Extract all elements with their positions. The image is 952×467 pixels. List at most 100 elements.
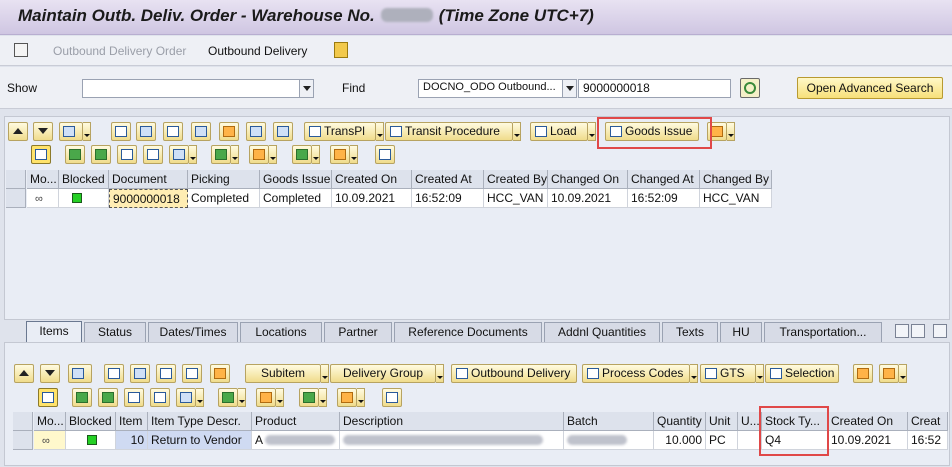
select-all-icon[interactable]	[6, 170, 26, 189]
tab-status[interactable]: Status	[84, 322, 146, 342]
items-tools-button[interactable]	[879, 364, 899, 383]
tab-scroll-left-icon[interactable]	[895, 324, 909, 338]
gts-button[interactable]: GTS	[700, 364, 756, 383]
refresh-button[interactable]	[246, 122, 266, 141]
find-next-button[interactable]	[143, 145, 163, 164]
load-button[interactable]: Load	[530, 122, 588, 141]
find-input[interactable]: 9000000018	[578, 79, 731, 98]
col-mode[interactable]: Mo...	[34, 412, 66, 431]
items-subtotal-dropdown[interactable]	[276, 388, 284, 407]
items-total-button[interactable]	[218, 388, 238, 407]
subitem-button[interactable]: Subitem	[245, 364, 321, 383]
selection-button[interactable]: Selection	[765, 364, 839, 383]
col-changed-at[interactable]: Changed At	[628, 170, 700, 189]
col-product[interactable]: Product	[252, 412, 340, 431]
items-filter-dropdown[interactable]	[196, 388, 204, 407]
col-blocked[interactable]: Blocked	[66, 412, 116, 431]
chevron-down-icon[interactable]	[562, 80, 576, 97]
document-cell[interactable]: 9000000018	[109, 189, 188, 208]
lock-button[interactable]	[219, 122, 239, 141]
col-picking[interactable]: Picking	[188, 170, 260, 189]
items-scroll-down-button[interactable]	[40, 364, 60, 383]
items-details-button[interactable]	[38, 388, 58, 407]
new-button[interactable]	[111, 122, 131, 141]
load-dropdown[interactable]	[588, 122, 596, 141]
col-item[interactable]: Item	[116, 412, 148, 431]
subtotal-dropdown[interactable]	[269, 145, 277, 164]
items-delete-button[interactable]	[130, 364, 150, 383]
scroll-icon[interactable]	[334, 42, 348, 58]
tab-items[interactable]: Items	[26, 321, 82, 343]
display-button[interactable]	[163, 122, 183, 141]
col-unit[interactable]: Unit	[706, 412, 738, 431]
transit-procedure-button[interactable]: Transit Procedure	[385, 122, 513, 141]
mode-cell[interactable]: ∞	[34, 431, 66, 450]
items-layout-grid-dropdown[interactable]	[357, 388, 365, 407]
items-new-button[interactable]	[104, 364, 124, 383]
tab-texts[interactable]: Texts	[662, 322, 718, 342]
tab-dates-times[interactable]: Dates/Times	[148, 322, 238, 342]
col-document[interactable]: Document	[109, 170, 188, 189]
col-changed-on[interactable]: Changed On	[548, 170, 628, 189]
col-changed-by[interactable]: Changed By	[700, 170, 772, 189]
items-deselect-button[interactable]	[182, 364, 202, 383]
filter-dropdown[interactable]	[189, 145, 197, 164]
gts-dropdown[interactable]	[756, 364, 764, 383]
sort-descending-button[interactable]	[91, 145, 111, 164]
transpl-dropdown[interactable]	[376, 122, 384, 141]
items-scroll-up-button[interactable]	[14, 364, 34, 383]
items-layout-grid-button[interactable]	[337, 388, 357, 407]
tab-partner[interactable]: Partner	[324, 322, 392, 342]
more-actions-dropdown[interactable]	[727, 122, 735, 141]
delete-button[interactable]	[191, 122, 211, 141]
save-button[interactable]	[273, 122, 293, 141]
items-layout-button[interactable]	[68, 364, 92, 383]
items-sort-descending-button[interactable]	[98, 388, 118, 407]
col-mode[interactable]: Mo...	[27, 170, 59, 189]
export-button[interactable]	[292, 145, 312, 164]
tab-hu[interactable]: HU	[720, 322, 762, 342]
items-total-dropdown[interactable]	[238, 388, 246, 407]
tab-addnl-quantities[interactable]: Addnl Quantities	[544, 322, 660, 342]
items-tree-button[interactable]	[210, 364, 230, 383]
items-tools-dropdown[interactable]	[899, 364, 907, 383]
row-selector[interactable]	[6, 189, 26, 208]
col-created-by[interactable]: Created By	[484, 170, 548, 189]
details-button[interactable]	[31, 145, 51, 164]
col-quantity[interactable]: Quantity	[654, 412, 706, 431]
col-blocked[interactable]: Blocked	[59, 170, 109, 189]
tab-scroll-right-icon[interactable]	[911, 324, 925, 338]
items-select-all-button[interactable]	[156, 364, 176, 383]
subitem-dropdown[interactable]	[321, 364, 329, 383]
open-advanced-search-button[interactable]: Open Advanced Search	[797, 77, 943, 99]
scroll-down-button[interactable]	[33, 122, 53, 141]
layout-button[interactable]	[59, 122, 83, 141]
total-dropdown[interactable]	[231, 145, 239, 164]
display-change-icon[interactable]	[14, 43, 28, 57]
transit-procedure-dropdown[interactable]	[513, 122, 521, 141]
layout-grid-button[interactable]	[330, 145, 350, 164]
scroll-up-button[interactable]	[8, 122, 28, 141]
items-select-all-icon[interactable]	[13, 412, 33, 431]
tab-reference-documents[interactable]: Reference Documents	[394, 322, 542, 342]
items-find-button[interactable]	[124, 388, 144, 407]
items-filter-button[interactable]	[176, 388, 196, 407]
delivery-group-button[interactable]: Delivery Group	[330, 364, 436, 383]
col-description[interactable]: Description	[340, 412, 564, 431]
col-created-on[interactable]: Created On	[332, 170, 412, 189]
items-find-next-button[interactable]	[150, 388, 170, 407]
layout-dropdown[interactable]	[83, 122, 91, 141]
col-item-type-descr[interactable]: Item Type Descr.	[148, 412, 252, 431]
transpl-button[interactable]: TransPl	[304, 122, 376, 141]
items-export-dropdown[interactable]	[319, 388, 327, 407]
row-selector[interactable]	[13, 431, 33, 450]
delivery-group-dropdown[interactable]	[436, 364, 444, 383]
items-subtotal-button[interactable]	[256, 388, 276, 407]
show-dropdown[interactable]	[82, 79, 314, 98]
col-created-at[interactable]: Creat	[908, 412, 948, 431]
items-hierarchy-button[interactable]	[853, 364, 873, 383]
menu-outbound-delivery[interactable]: Outbound Delivery	[208, 44, 307, 58]
subtotal-button[interactable]	[249, 145, 269, 164]
export-dropdown[interactable]	[312, 145, 320, 164]
items-print-preview-button[interactable]	[382, 388, 402, 407]
